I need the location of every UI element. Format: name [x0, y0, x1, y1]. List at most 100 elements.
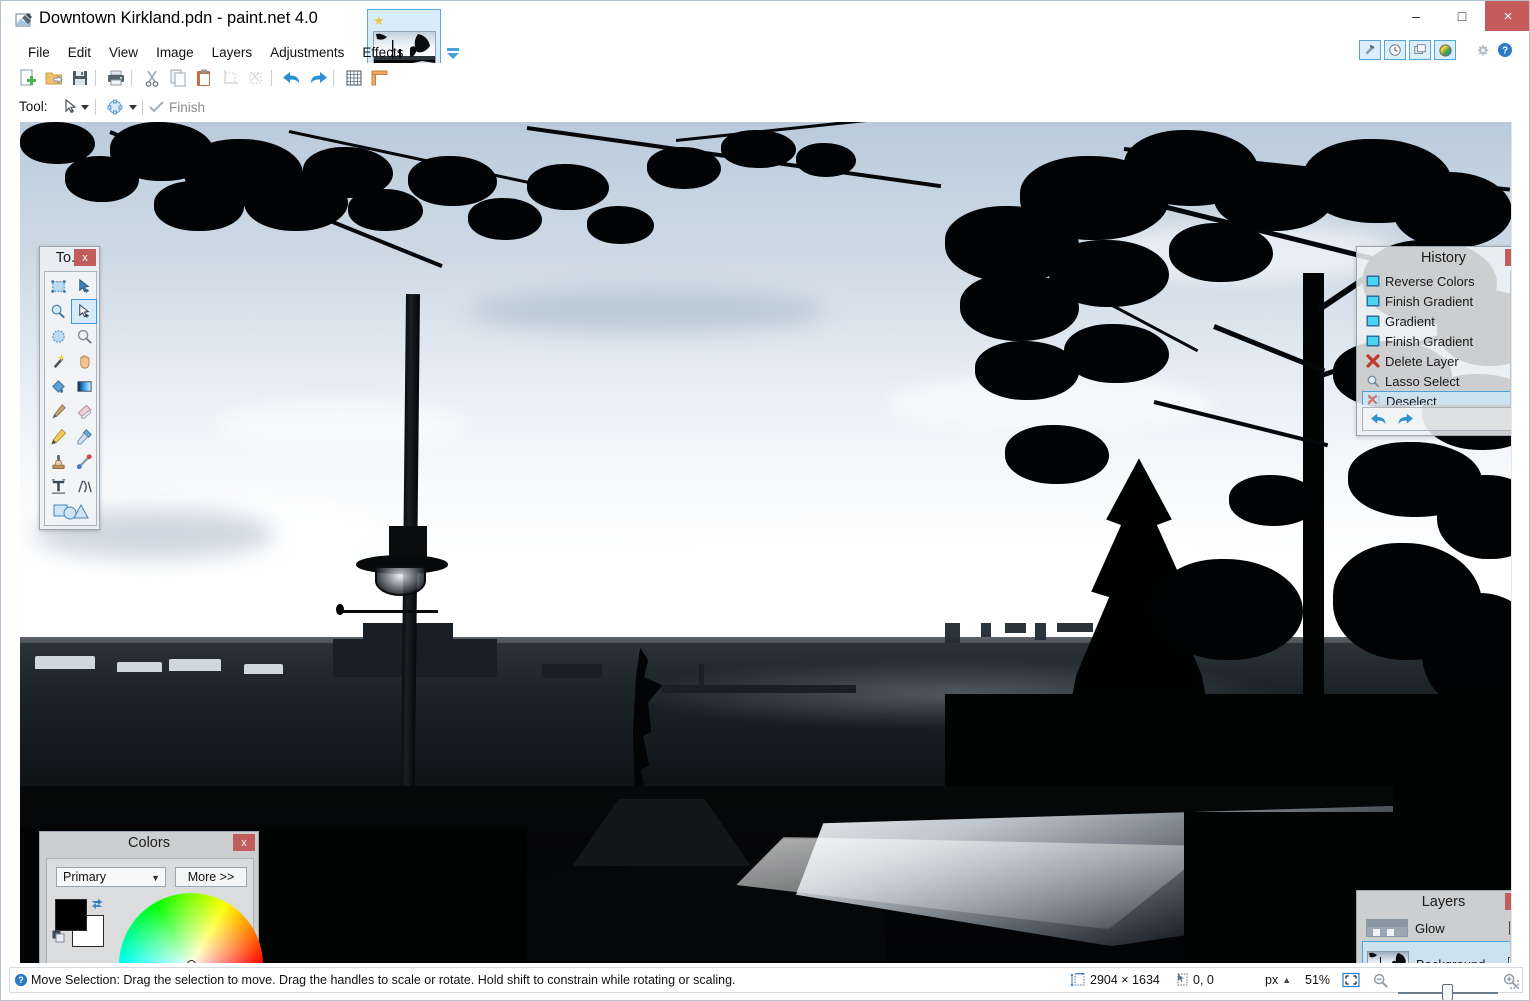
- paint-bucket-tool[interactable]: [45, 374, 71, 399]
- selection-shape-button[interactable]: [103, 96, 127, 118]
- colors-body: Primary ▼ More >>: [46, 858, 254, 963]
- chevron-down-icon[interactable]: [79, 102, 91, 112]
- swap-colors-icon[interactable]: [90, 897, 104, 911]
- image-canvas[interactable]: To... x: [20, 122, 1512, 963]
- menu-effects[interactable]: Effects: [353, 43, 412, 62]
- printer-icon: [106, 68, 126, 88]
- undo-button[interactable]: [279, 66, 305, 90]
- maximize-button[interactable]: □: [1439, 1, 1485, 31]
- eraser-tool[interactable]: [71, 399, 97, 424]
- paste-button[interactable]: [191, 66, 217, 90]
- tools-panel: To... x: [39, 246, 100, 530]
- ellipse-select-icon: [50, 328, 67, 345]
- print-button[interactable]: [103, 66, 129, 90]
- chevron-down-icon[interactable]: [127, 102, 139, 112]
- primary-color-swatch[interactable]: [55, 899, 87, 931]
- menu-adjustments[interactable]: Adjustments: [261, 43, 353, 62]
- menu-layers[interactable]: Layers: [203, 43, 262, 62]
- text-tool[interactable]: [45, 474, 71, 499]
- color-picker-tool[interactable]: [71, 424, 97, 449]
- layers-panel-close-button[interactable]: x: [1505, 893, 1512, 910]
- clone-stamp-tool[interactable]: [45, 449, 71, 474]
- svg-text:?: ?: [18, 975, 23, 985]
- recolor-tool[interactable]: [71, 449, 97, 474]
- layers-panel-title: Layers x: [1357, 891, 1512, 913]
- open-button[interactable]: [41, 66, 67, 90]
- history-item[interactable]: Delete Layer: [1362, 351, 1512, 371]
- history-scrollbar[interactable]: ∧ ∨: [1510, 271, 1512, 405]
- rulers-button[interactable]: [367, 66, 393, 90]
- history-panel-close-button[interactable]: x: [1505, 249, 1512, 266]
- new-button[interactable]: [15, 66, 41, 90]
- zoom-slider-thumb[interactable]: [1442, 984, 1453, 1001]
- help-button[interactable]: ?: [1495, 40, 1515, 60]
- colors-panel-close-button[interactable]: x: [233, 834, 255, 851]
- finish-label: Finish: [169, 100, 205, 115]
- line-curve-tool[interactable]: [71, 474, 97, 499]
- units-selector[interactable]: px ▲: [1265, 973, 1291, 987]
- scroll-up-button[interactable]: ∧: [1511, 272, 1512, 286]
- check-icon: ✔: [1511, 923, 1512, 934]
- redo-button[interactable]: [1395, 411, 1415, 427]
- reset-colors-icon[interactable]: [52, 930, 66, 944]
- menu-file[interactable]: File: [19, 43, 59, 62]
- save-button[interactable]: [67, 66, 93, 90]
- svg-text:?: ?: [1502, 46, 1508, 57]
- menu-view[interactable]: View: [100, 43, 147, 62]
- shapes-tool[interactable]: [45, 499, 97, 524]
- magic-wand-tool[interactable]: [45, 349, 71, 374]
- layers-window-toggle[interactable]: [1409, 40, 1431, 60]
- redo-button[interactable]: [305, 66, 331, 90]
- move-selection-tool[interactable]: [71, 299, 97, 324]
- close-button[interactable]: ×: [1485, 1, 1530, 31]
- minimize-button[interactable]: –: [1393, 1, 1439, 31]
- chevron-down-icon[interactable]: [445, 45, 461, 61]
- lasso-select-tool[interactable]: [45, 299, 71, 324]
- history-item[interactable]: Lasso Select: [1362, 371, 1512, 391]
- paintbrush-tool[interactable]: [45, 399, 71, 424]
- settings-button[interactable]: [1472, 40, 1492, 60]
- pan-tool[interactable]: [71, 349, 97, 374]
- history-item[interactable]: Reverse Colors: [1362, 271, 1512, 291]
- grid-button[interactable]: [341, 66, 367, 90]
- history-list[interactable]: Reverse Colors Finish Gradient Gradient: [1362, 271, 1512, 405]
- rectangle-select-tool[interactable]: [45, 274, 71, 299]
- gradient-tool[interactable]: [71, 374, 97, 399]
- move-selected-tool[interactable]: [71, 274, 97, 299]
- cut-button[interactable]: [139, 66, 165, 90]
- layer-row[interactable]: Glow ✔: [1362, 915, 1512, 941]
- menu-image[interactable]: Image: [147, 43, 203, 62]
- zoom-tool[interactable]: [71, 324, 97, 349]
- color-wheel[interactable]: [119, 893, 263, 963]
- layers-list[interactable]: Glow ✔: [1362, 915, 1512, 963]
- colors-window-toggle[interactable]: [1434, 40, 1456, 60]
- finish-button[interactable]: Finish: [149, 97, 205, 117]
- tools-panel-close-button[interactable]: x: [74, 249, 96, 266]
- zoom-level-indicator[interactable]: 51%: [1305, 973, 1330, 987]
- color-channel-select[interactable]: Primary ▼: [56, 867, 166, 887]
- layer-row-selected[interactable]: Background ✔: [1362, 941, 1512, 963]
- history-item-selected[interactable]: Deselect: [1362, 391, 1512, 405]
- menu-edit[interactable]: Edit: [59, 43, 100, 62]
- zoom-out-button[interactable]: [1372, 972, 1389, 989]
- ellipse-select-tool[interactable]: [45, 324, 71, 349]
- status-bar: ? Move Selection: Drag the selection to …: [1, 964, 1530, 1001]
- history-item[interactable]: Gradient: [1362, 311, 1512, 331]
- layers-scrollbar[interactable]: ∧ ∨: [1510, 915, 1512, 963]
- color-wheel-cursor[interactable]: [187, 960, 196, 963]
- scroll-up-button[interactable]: ∧: [1511, 916, 1512, 930]
- resize-grip-icon[interactable]: [1509, 979, 1520, 990]
- copy-button[interactable]: [165, 66, 191, 90]
- history-window-toggle[interactable]: [1384, 40, 1406, 60]
- crop-to-selection-button[interactable]: [217, 66, 243, 90]
- pencil-tool[interactable]: [45, 424, 71, 449]
- deselect-all-button[interactable]: [243, 66, 269, 90]
- fit-to-window-button[interactable]: [1342, 971, 1360, 989]
- history-item-label: Deselect: [1386, 394, 1437, 406]
- tool-window-toggle[interactable]: [1359, 40, 1381, 60]
- undo-button[interactable]: [1369, 411, 1389, 427]
- history-item[interactable]: Finish Gradient: [1362, 291, 1512, 311]
- more-button[interactable]: More >>: [175, 867, 247, 887]
- history-item[interactable]: Finish Gradient: [1362, 331, 1512, 351]
- scroll-down-button[interactable]: ∨: [1511, 390, 1512, 404]
